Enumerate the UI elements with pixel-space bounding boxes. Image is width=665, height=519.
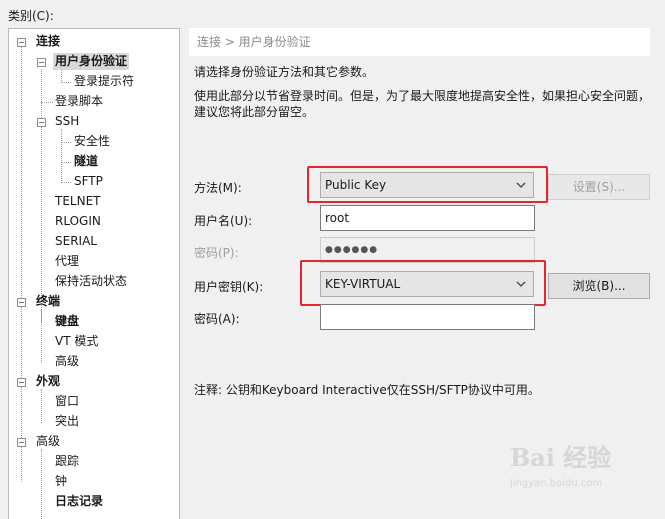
tree-item-sftp[interactable]: SFTP	[74, 173, 103, 190]
tree-line	[61, 69, 62, 83]
password-label: 密码(P):	[194, 246, 239, 260]
breadcrumb: 连接 > 用户身份验证	[189, 28, 650, 56]
method-highlight-box	[307, 166, 548, 203]
tree-item-terminal-advanced[interactable]: 高级	[55, 353, 79, 370]
category-label: 类别(C):	[8, 9, 54, 23]
tree-item-login-prompt[interactable]: 登录提示符	[74, 73, 134, 90]
tree-line	[61, 142, 71, 143]
tree-item-vt-mode[interactable]: VT 模式	[55, 333, 98, 350]
description-line-2: 使用此部分以节省登录时间。但是，为了最大限度地提高安全性，如果担心安全问题，	[194, 89, 651, 103]
user-key-label: 用户密钥(K):	[194, 280, 264, 294]
watermark-logo: Bai 经验	[510, 443, 612, 472]
tree-line	[61, 129, 62, 183]
tree-item-tunnel[interactable]: 隧道	[74, 153, 98, 170]
tree-line	[21, 42, 22, 482]
tree-item-telnet[interactable]: TELNET	[55, 193, 101, 210]
tree-item-ssh[interactable]: SSH	[55, 113, 79, 130]
username-value: root	[325, 211, 350, 225]
note-text: 注释: 公钥和Keyboard Interactive仅在SSH/SFTP协议中…	[194, 383, 540, 397]
description-line-3: 建议您将此部分留空。	[194, 105, 315, 119]
category-tree[interactable]: − − − − − − 连接 用户身份验证 登录提示符 登录脚本 SSH 安全性…	[8, 28, 180, 519]
tree-line	[61, 162, 71, 163]
user-key-highlight-box	[300, 260, 546, 306]
tree-item-rlogin[interactable]: RLOGIN	[55, 213, 101, 230]
tree-line	[41, 309, 42, 363]
tree-item-login-script[interactable]: 登录脚本	[55, 93, 103, 110]
tree-item-serial[interactable]: SERIAL	[55, 233, 97, 250]
tree-item-proxy[interactable]: 代理	[55, 253, 79, 270]
tree-item-appearance[interactable]: 外观	[36, 373, 60, 390]
tree-item-security[interactable]: 安全性	[74, 133, 110, 150]
tree-item-advanced[interactable]: 高级	[36, 433, 60, 450]
tree-item-keepalive[interactable]: 保持活动状态	[55, 273, 127, 290]
collapse-icon[interactable]: −	[17, 298, 26, 307]
passphrase-field[interactable]	[320, 304, 535, 330]
collapse-icon[interactable]: −	[17, 378, 26, 387]
tree-item-trace[interactable]: 跟踪	[55, 453, 79, 470]
breadcrumb-text: 连接 > 用户身份验证	[197, 35, 311, 49]
tree-item-bell[interactable]: 钟	[55, 473, 67, 490]
tree-line	[41, 102, 53, 103]
tree-line	[41, 69, 42, 322]
collapse-icon[interactable]: −	[17, 38, 26, 47]
collapse-icon[interactable]: −	[37, 58, 46, 67]
tree-item-logging[interactable]: 日志记录	[55, 493, 103, 510]
tree-item-user-auth[interactable]: 用户身份验证	[53, 53, 130, 70]
collapse-icon[interactable]: −	[37, 118, 46, 127]
username-label: 用户名(U):	[194, 214, 253, 228]
tree-item-terminal[interactable]: 终端	[36, 293, 60, 310]
username-field[interactable]: root	[320, 205, 535, 231]
tree-item-highlight[interactable]: 突出	[55, 413, 79, 430]
settings-button[interactable]: 设置(S)...	[548, 174, 650, 200]
tree-item-keyboard[interactable]: 键盘	[55, 313, 79, 330]
tree-item-window[interactable]: 窗口	[55, 393, 79, 410]
watermark: Bai 经验 jingyan.baidu.com	[510, 438, 612, 489]
browse-button[interactable]: 浏览(B)...	[548, 273, 650, 299]
passphrase-label: 密码(A):	[194, 312, 240, 326]
tree-line	[61, 82, 71, 83]
tree-item-connection[interactable]: 连接	[36, 33, 60, 50]
watermark-url: jingyan.baidu.com	[510, 478, 603, 489]
description-line-1: 请选择身份验证方法和其它参数。	[194, 65, 375, 79]
password-value: ●●●●●●	[325, 245, 379, 255]
tree-line	[61, 182, 71, 183]
tree-line	[41, 449, 42, 519]
collapse-icon[interactable]: −	[17, 438, 26, 447]
method-label: 方法(M):	[194, 181, 242, 195]
tree-line	[41, 389, 42, 423]
